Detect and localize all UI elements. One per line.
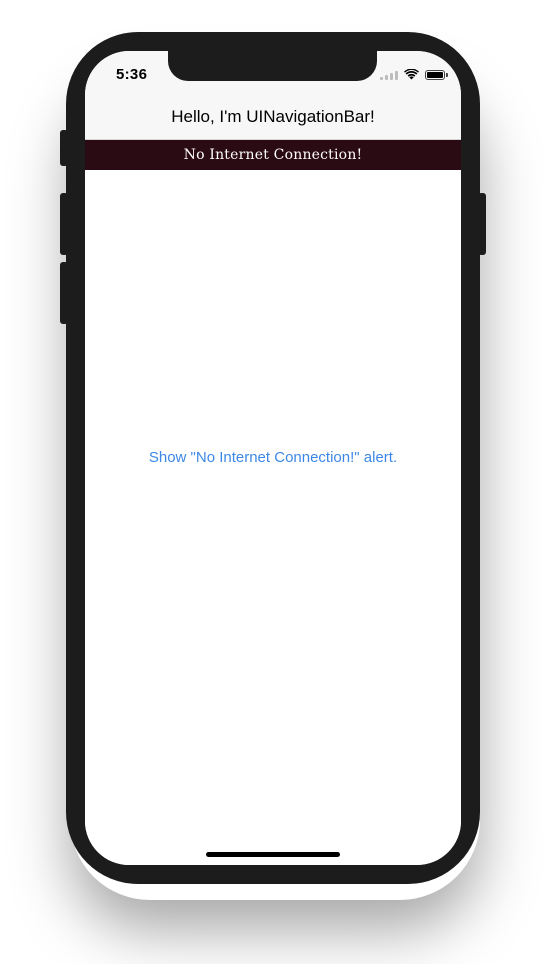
device-mockup: 5:36 Hello, I'm UINavigationBar! No Inte…: [0, 0, 545, 964]
battery-icon: [425, 69, 448, 80]
cellular-signal-icon: [380, 70, 398, 80]
wifi-icon: [404, 69, 419, 80]
main-content: Show "No Internet Connection!" alert.: [85, 170, 461, 865]
home-indicator[interactable]: [206, 852, 340, 857]
status-time: 5:36: [116, 66, 148, 83]
status-icons: [380, 69, 448, 80]
device-screen: 5:36 Hello, I'm UINavigationBar! No Inte…: [85, 51, 461, 865]
no-internet-banner: No Internet Connection!: [85, 140, 461, 170]
show-alert-button[interactable]: Show "No Internet Connection!" alert.: [85, 448, 461, 467]
banner-text: No Internet Connection!: [183, 147, 363, 163]
navigation-bar: Hello, I'm UINavigationBar!: [85, 95, 461, 140]
navigation-title: Hello, I'm UINavigationBar!: [171, 107, 375, 126]
device-notch: [168, 51, 377, 81]
